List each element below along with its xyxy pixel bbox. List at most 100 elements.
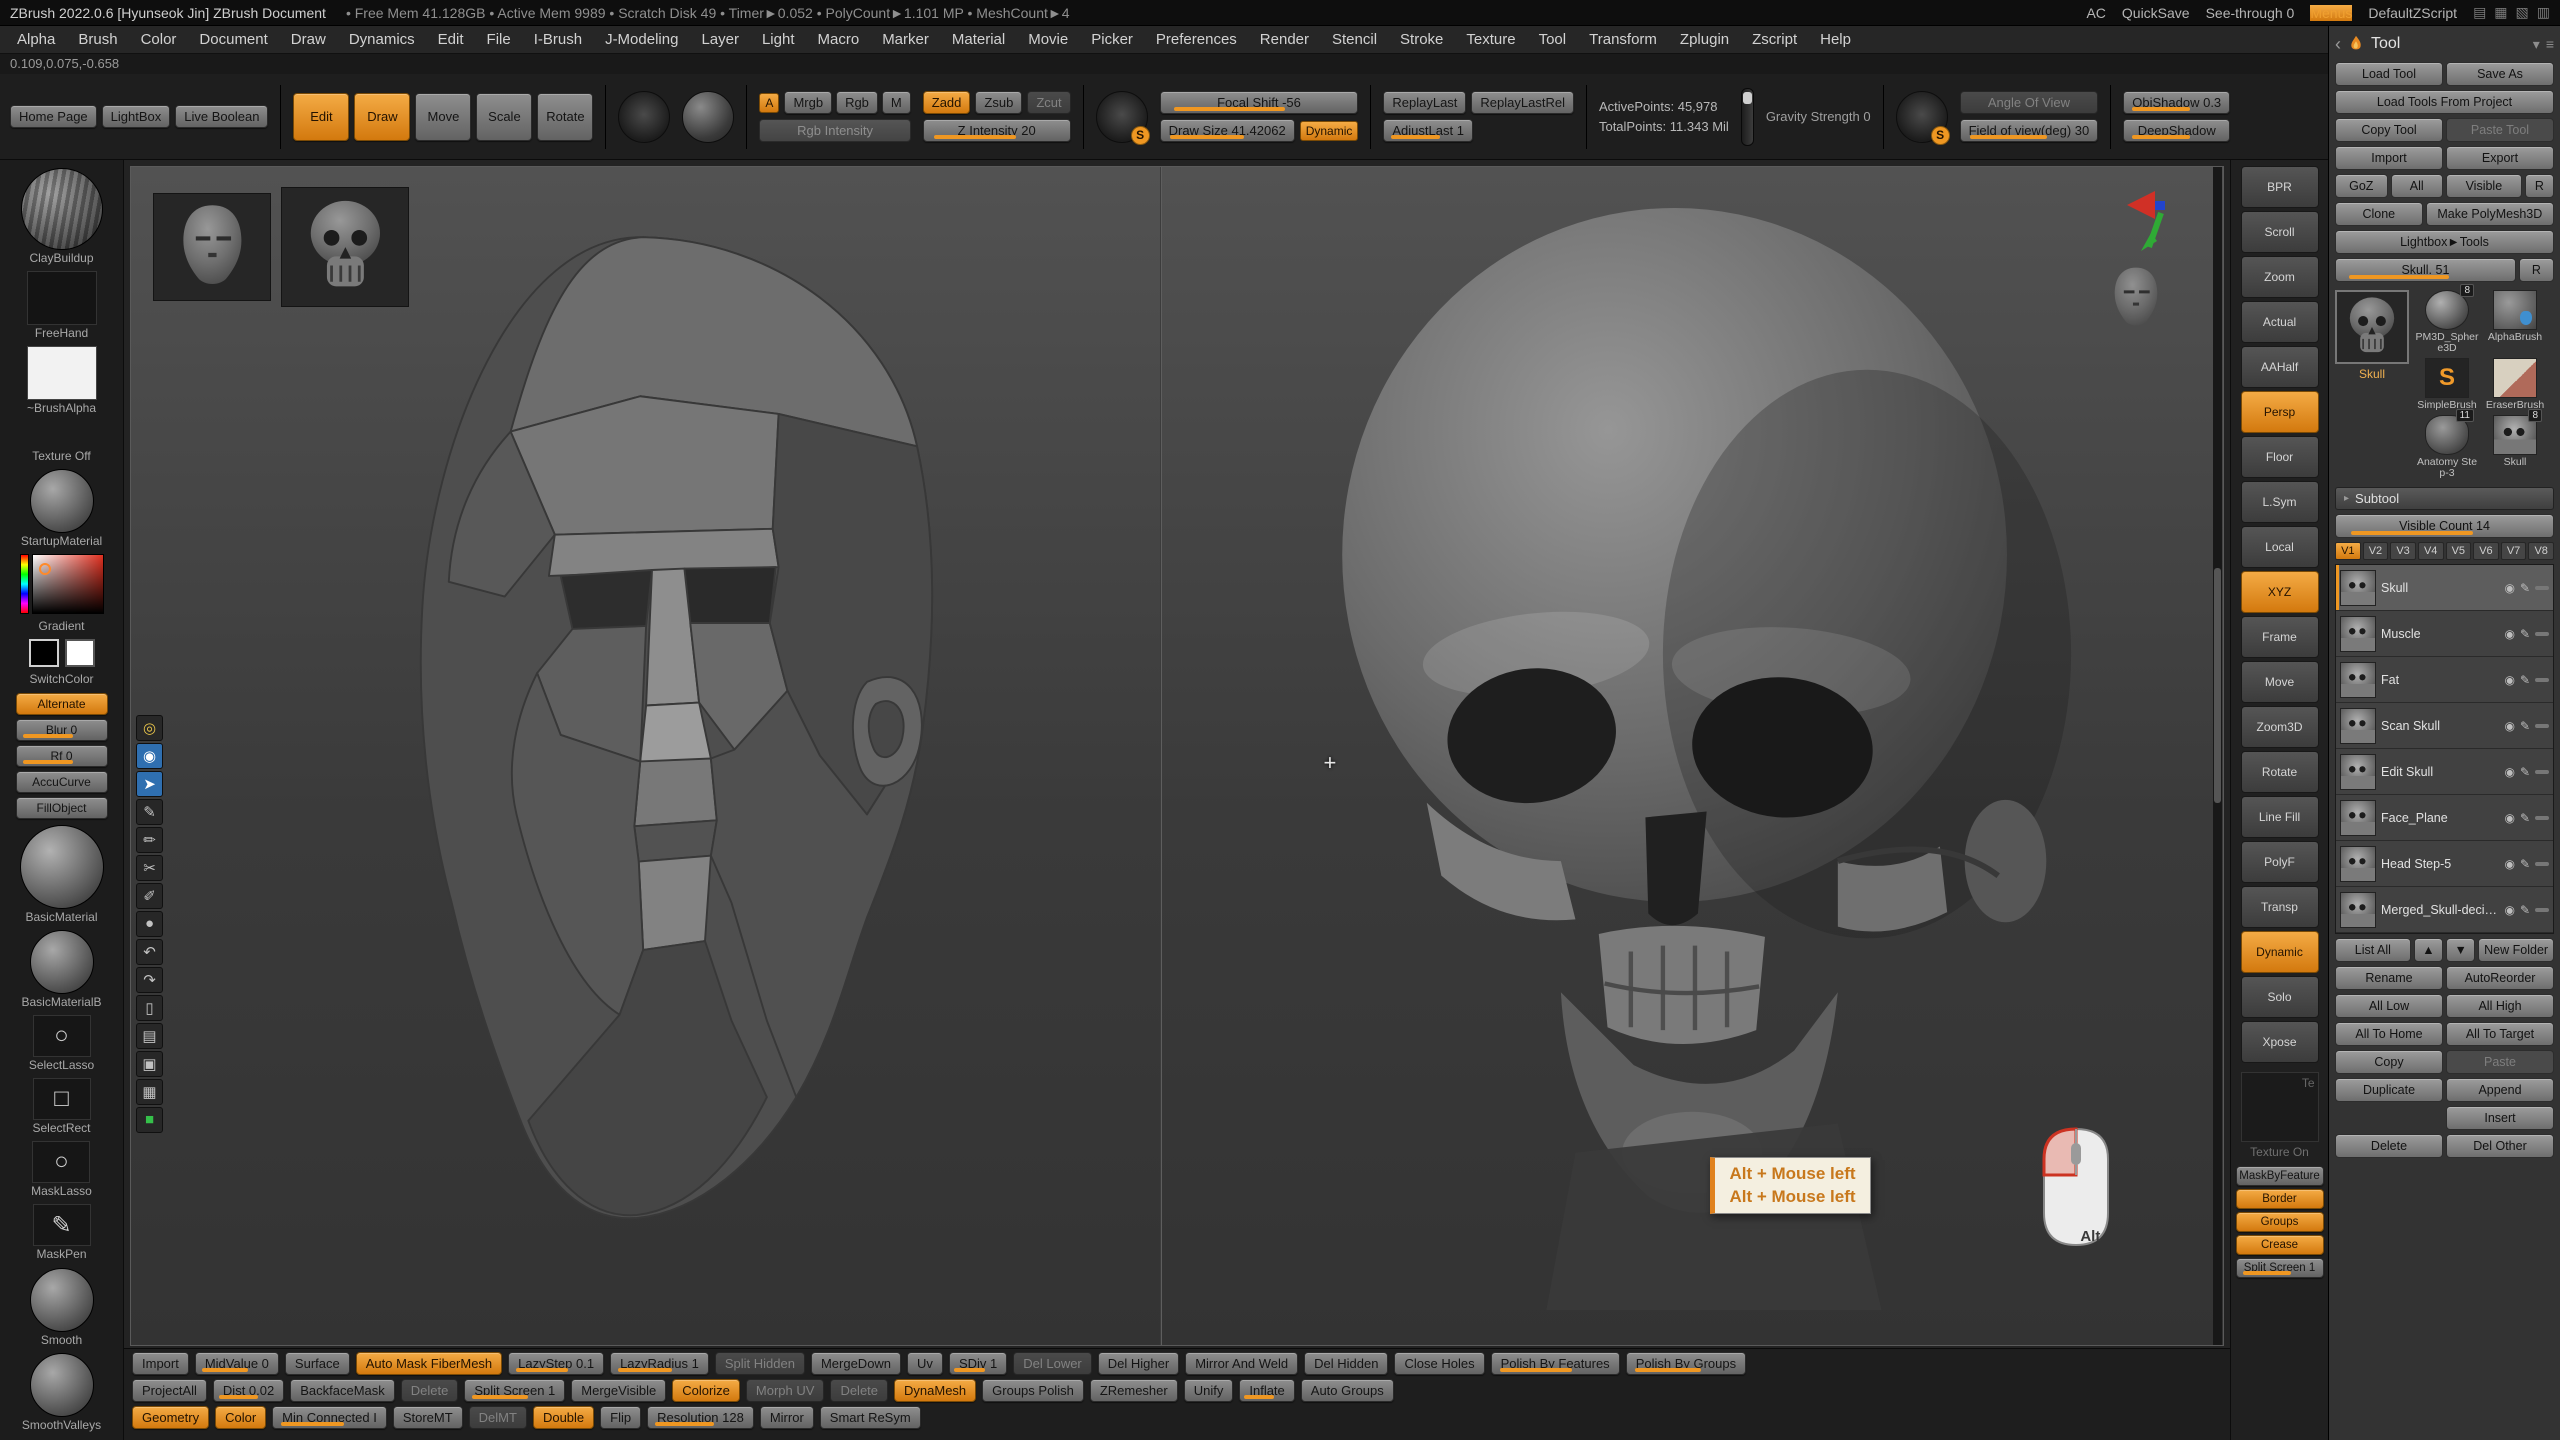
- secondary-color-swatch[interactable]: [65, 639, 95, 667]
- subtool-mini-slider[interactable]: [2535, 586, 2549, 590]
- left-control-button[interactable]: AccuCurve: [16, 771, 108, 793]
- shelf-tool[interactable]: Actual: [2241, 301, 2319, 343]
- bottom-button[interactable]: Min Connected I: [272, 1406, 387, 1429]
- tool-r-button[interactable]: R: [2519, 258, 2554, 282]
- nav-button[interactable]: Home Page: [10, 105, 97, 128]
- insert-button[interactable]: Insert: [2446, 1106, 2554, 1130]
- subtool-mini-slider[interactable]: [2535, 770, 2549, 774]
- dynamic-toggle[interactable]: Dynamic: [1300, 121, 1359, 141]
- mode-button[interactable]: Rotate: [537, 93, 593, 141]
- shelf-tool[interactable]: Persp: [2241, 391, 2319, 433]
- replay-button[interactable]: ReplayLast: [1383, 91, 1466, 114]
- stroke-preview-icon[interactable]: [618, 91, 670, 143]
- bottom-button[interactable]: DynaMesh: [894, 1379, 976, 1402]
- all-to-home-button[interactable]: All To Home: [2335, 1022, 2443, 1046]
- polypaint-icon[interactable]: ✎: [2520, 811, 2530, 825]
- subtool-mini-slider[interactable]: [2535, 816, 2549, 820]
- bottom-button[interactable]: Color: [215, 1406, 266, 1429]
- append-button[interactable]: Append: [2446, 1078, 2554, 1102]
- left-control-button[interactable]: Rf 0: [16, 745, 108, 767]
- paint-channel-button[interactable]: M: [882, 91, 911, 114]
- rgb-intensity-slider[interactable]: Rgb Intensity: [759, 119, 910, 142]
- menu-item[interactable]: Dynamics: [338, 28, 426, 51]
- shelf-bottom-button[interactable]: MaskByFeature: [2236, 1166, 2324, 1186]
- version-tab[interactable]: V6: [2473, 542, 2499, 560]
- visibility-eye-icon[interactable]: ◉: [2504, 857, 2514, 871]
- canvas-scrollbar[interactable]: [2213, 167, 2222, 1345]
- polypaint-icon[interactable]: ✎: [2520, 903, 2530, 917]
- subtool-mini-slider[interactable]: [2535, 632, 2549, 636]
- mode-button[interactable]: Edit: [293, 93, 349, 141]
- bottom-button[interactable]: Resolution 128: [647, 1406, 754, 1429]
- palette-icon[interactable]: ▦: [136, 1079, 163, 1105]
- pencil-icon[interactable]: ✏: [136, 827, 163, 853]
- visibility-eye-icon[interactable]: ◉: [2504, 581, 2514, 595]
- subtool-item[interactable]: Fat ◉ ✎: [2336, 657, 2553, 703]
- polypaint-icon[interactable]: ✎: [2520, 719, 2530, 733]
- menu-item[interactable]: Material: [941, 28, 1016, 51]
- shelf-tool[interactable]: Zoom: [2241, 256, 2319, 298]
- bottom-button[interactable]: Uv: [907, 1352, 943, 1375]
- palette-item[interactable]: □ SelectRect: [32, 1078, 90, 1135]
- subtool-item[interactable]: Face_Plane ◉ ✎: [2336, 795, 2553, 841]
- clone-button[interactable]: Clone: [2335, 202, 2423, 226]
- bottom-button[interactable]: DelMT: [469, 1406, 527, 1429]
- version-tab[interactable]: V5: [2446, 542, 2472, 560]
- palette-item[interactable]: ○ MaskLasso: [31, 1141, 92, 1198]
- subtool-item[interactable]: Edit Skull ◉ ✎: [2336, 749, 2553, 795]
- visibility-icon[interactable]: ◉: [136, 743, 163, 769]
- z-intensity-slider[interactable]: Z Intensity 20: [923, 119, 1071, 142]
- adjust-last-slider[interactable]: AdjustLast 1: [1383, 119, 1473, 142]
- collapse-chevron-icon[interactable]: ‹: [2335, 34, 2341, 55]
- menu-item[interactable]: Edit: [427, 28, 475, 51]
- palette-item[interactable]: ClayBuildup: [21, 168, 103, 265]
- bottom-button[interactable]: Inflate: [1239, 1379, 1294, 1402]
- bottom-button[interactable]: Flip: [600, 1406, 641, 1429]
- sculpt-viewport[interactable]: ◎ ◉ ➤ ✎ ✏ ✂ ✐: [130, 166, 2224, 1346]
- menu-item[interactable]: Brush: [67, 28, 128, 51]
- menu-item[interactable]: Texture: [1455, 28, 1526, 51]
- menu-item[interactable]: Zplugin: [1669, 28, 1740, 51]
- bottom-button[interactable]: MergeDown: [811, 1352, 901, 1375]
- menu-item[interactable]: File: [476, 28, 522, 51]
- menu-item[interactable]: Picker: [1080, 28, 1144, 51]
- subtool-item[interactable]: Scan Skull ◉ ✎: [2336, 703, 2553, 749]
- bottom-button[interactable]: SDiv 1: [949, 1352, 1007, 1375]
- switch-color-label[interactable]: SwitchColor: [29, 673, 93, 686]
- shelf-tool[interactable]: Frame: [2241, 616, 2319, 658]
- visibility-eye-icon[interactable]: ◉: [2504, 627, 2514, 641]
- active-tool[interactable]: Skull: [2335, 290, 2409, 479]
- import-button[interactable]: Import: [2335, 146, 2443, 170]
- bottom-button[interactable]: Import: [132, 1352, 189, 1375]
- titlebar-toggle[interactable]: DefaultZScript: [2368, 5, 2457, 21]
- sculpt-mode-button[interactable]: Zcut: [1027, 91, 1070, 114]
- shelf-tool[interactable]: L.Sym: [2241, 481, 2319, 523]
- gradient-label[interactable]: Gradient: [38, 620, 84, 633]
- select-cursor-icon[interactable]: ➤: [136, 771, 163, 797]
- sculpt-mode-button[interactable]: Zsub: [975, 91, 1022, 114]
- bottom-button[interactable]: Close Holes: [1394, 1352, 1484, 1375]
- menu-item[interactable]: I-Brush: [523, 28, 593, 51]
- active-tool-thumbnail[interactable]: [2335, 290, 2409, 364]
- subtool-item[interactable]: Skull ◉ ✎: [2336, 565, 2553, 611]
- titlebar-toggle[interactable]: AC: [2086, 5, 2105, 21]
- scrollbar-thumb[interactable]: [2214, 568, 2221, 804]
- polypaint-icon[interactable]: ✎: [2520, 673, 2530, 687]
- shelf-tool[interactable]: Floor: [2241, 436, 2319, 478]
- menu-item[interactable]: Tool: [1528, 28, 1578, 51]
- menu-item[interactable]: Transform: [1578, 28, 1668, 51]
- shelf-tool[interactable]: PolyF: [2241, 841, 2319, 883]
- tool-inventory-item[interactable]: S SimpleBrush: [2415, 358, 2479, 411]
- version-tab[interactable]: V1: [2335, 542, 2361, 560]
- sculpt-mode-button[interactable]: Zadd: [923, 91, 971, 114]
- menu-item[interactable]: J-Modeling: [594, 28, 689, 51]
- bottom-button[interactable]: Unify: [1184, 1379, 1234, 1402]
- alpha-preview-icon[interactable]: [682, 91, 734, 143]
- new-folder-button[interactable]: New Folder: [2478, 938, 2554, 962]
- shelf-tool[interactable]: Local: [2241, 526, 2319, 568]
- nav-button[interactable]: Live Boolean: [175, 105, 268, 128]
- tool-inventory-item[interactable]: AlphaBrush: [2483, 290, 2547, 354]
- goz-r-button[interactable]: R: [2525, 174, 2554, 198]
- axis-gizmo[interactable]: [2125, 189, 2195, 255]
- subtool-mini-slider[interactable]: [2535, 724, 2549, 728]
